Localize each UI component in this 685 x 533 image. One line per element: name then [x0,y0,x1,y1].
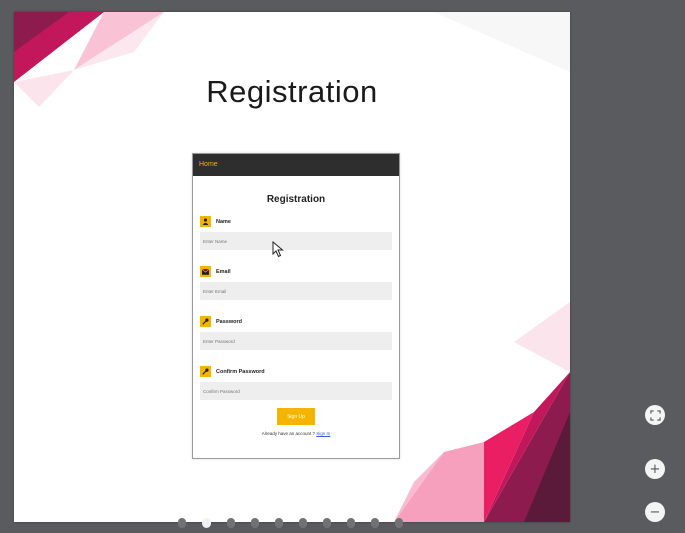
nav-home-link[interactable]: Home [199,161,218,168]
form-heading: Registration [266,194,326,205]
slide-dot[interactable] [371,518,379,528]
confirm-password-label: Confirm Password [216,368,265,375]
email-label: Email [216,268,231,275]
confirm-password-field-group: Confirm Password [200,365,393,400]
name-input[interactable] [200,232,392,250]
zoom-out-button[interactable]: − [645,502,665,522]
form-navbar: Home [193,154,399,176]
zoom-in-button[interactable]: + [645,459,665,479]
slide-dot[interactable] [251,518,259,528]
slide-dot[interactable] [395,518,403,528]
signin-prompt-text: Already have an account ? [261,431,315,436]
slide-dot[interactable] [347,518,355,528]
sign-in-link[interactable]: Sign In [316,431,330,436]
name-label: Name [216,218,231,225]
user-icon [200,216,211,227]
name-field-group: Name [200,215,393,250]
slide-dot[interactable] [299,518,307,528]
fit-screen-button[interactable] [645,405,665,425]
slide-dot[interactable] [323,518,331,528]
slide-dot[interactable] [275,518,283,528]
sign-up-button[interactable]: Sign Up [277,408,315,425]
slide-dot[interactable] [227,518,235,528]
slide-title: Registration [206,74,378,109]
slide-dot-active[interactable] [202,518,211,528]
key-icon [200,316,211,327]
signin-prompt-row: Already have an account ? Sign In [193,431,399,436]
key-icon [200,366,211,377]
slide-dot[interactable] [178,518,186,528]
envelope-icon [200,266,211,277]
mouse-cursor-icon [272,241,284,258]
slide-canvas: Registration Home Registration Name Ente… [14,12,570,522]
presentation-viewer: Registration Home Registration Name Ente… [0,0,685,533]
password-label: Password [216,318,242,325]
zoom-in-icon: + [649,461,661,477]
registration-form-screenshot: Home Registration Name Email [192,153,400,459]
zoom-out-icon: − [649,504,661,520]
password-input[interactable] [200,332,392,350]
email-input[interactable] [200,282,392,300]
slide-pagination [178,518,403,528]
password-field-group: Password [200,315,393,350]
fit-screen-icon [649,409,661,421]
email-field-group: Email [200,265,393,300]
confirm-password-input[interactable] [200,382,392,400]
